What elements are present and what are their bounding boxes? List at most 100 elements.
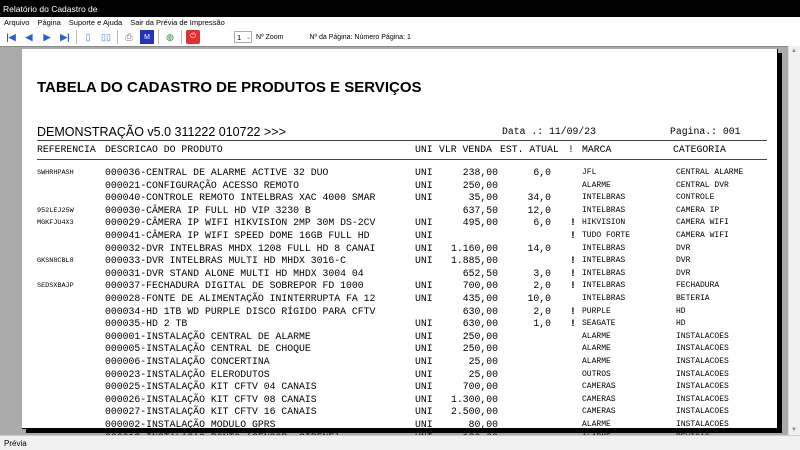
cell-cat: DVR — [676, 243, 691, 253]
menu-arquivo[interactable]: Arquivo — [0, 17, 33, 28]
table-row: 000023-INSTALAÇÃO ELERODUTOS UNI 25,00 OUTR… — [22, 369, 778, 382]
cell-desc: 000005-INSTALAÇÃO CENTRAL DE CHOQUE — [105, 343, 311, 355]
menu-pagina[interactable]: Página — [33, 17, 64, 28]
cell-vlr: 25,00 — [468, 356, 498, 367]
next-page-icon[interactable]: ▶ — [40, 30, 54, 44]
cell-marca: ALARME — [582, 420, 611, 429]
table-row: 000031-DVR STAND ALONE MULTI HD MHDX 300… — [22, 268, 778, 281]
zoom-value: 1 — [237, 32, 242, 42]
header-cat: CATEGORIA — [673, 144, 726, 155]
cell-desc: 000029-CÂMERA IP WIFI HIKVISION 2MP 30M … — [105, 217, 376, 229]
cell-est: 14,0 — [527, 242, 551, 254]
first-page-icon[interactable]: |◀ — [4, 30, 18, 44]
cell-vlr: 250,00 — [462, 179, 498, 191]
cell-marca: PURPLE — [582, 306, 611, 316]
two-pages-icon[interactable]: ▯▯ — [99, 30, 113, 44]
separator — [117, 30, 118, 44]
last-page-icon[interactable]: ▶| — [58, 30, 72, 44]
cell-uni: UNI — [415, 280, 433, 292]
cell-cat: CENTRAL DVR — [676, 180, 729, 190]
cell-cat: CENTRAL ALARME — [676, 168, 744, 177]
table-row: 000006-INSTALAÇÃO CONCERTINA UNI 25,00 ALAR… — [22, 356, 778, 369]
scroll-up-icon[interactable]: ▲ — [791, 48, 797, 54]
cell-desc: 000025-INSTALAÇÃO KIT CFTV 04 CANAIS — [105, 381, 317, 393]
cell-uni: UNI — [415, 381, 433, 393]
cell-desc: 000027-INSTALAÇÃO KIT CFTV 16 CANAIS — [105, 406, 317, 418]
cell-marca: ALARME — [582, 357, 611, 366]
cell-bang: ! — [570, 267, 576, 279]
cell-vlr: 630,00 — [462, 318, 498, 330]
cell-uni: UNI — [415, 318, 433, 330]
cell-uni: UNI — [415, 230, 433, 241]
cell-cat: DVR — [676, 256, 691, 266]
separator — [181, 30, 182, 44]
table-row: 000001-INSTALAÇÃO CENTRAL DE ALARME UNI 25… — [22, 331, 778, 344]
print-icon[interactable]: ⎙ — [122, 30, 136, 44]
header-est: EST. ATUAL — [500, 144, 559, 155]
email-globe-icon[interactable]: ◍ — [163, 30, 177, 44]
table-row: 000034-HD 1TB WD PURPLE DISCO RÍGIDO PAR… — [22, 306, 778, 319]
zoom-select[interactable]: 1 ⌄ — [234, 31, 252, 43]
cell-cat: HD — [676, 319, 686, 329]
previous-page-icon[interactable]: ◀ — [22, 30, 36, 44]
chevron-down-icon: ⌄ — [245, 34, 251, 41]
cell-vlr: 250,00 — [462, 343, 498, 355]
cell-cat: CAMERA WIFI — [676, 231, 729, 240]
cell-vlr: 238,00 — [462, 167, 498, 178]
cell-est: 2,0 — [533, 305, 551, 317]
report-page-number: Pagina.: 001 — [670, 126, 741, 137]
cell-uni: UNI — [415, 356, 433, 367]
cell-uni: UNI — [415, 406, 433, 418]
cell-vlr: 652,50 — [462, 267, 498, 279]
cell-cat: CONTROLE — [676, 193, 715, 203]
cell-marca: SEAGATE — [582, 319, 616, 329]
menu-bar: Arquivo Página Suporte e Ajuda Sair da P… — [0, 17, 800, 28]
export-icon[interactable]: M — [140, 30, 154, 44]
cell-cat: INSTALACOES — [676, 369, 729, 379]
table-row: 000032-DVR INTELBRAS MHDX 1208 FULL HD 8… — [22, 243, 778, 256]
cell-uni: UNI — [415, 242, 433, 254]
cell-uni: UNI — [415, 368, 433, 380]
cell-marca: ALARME — [582, 180, 611, 190]
table-row: 000028-FONTE DE ALIMENTAÇÃO ININTERRUPTA… — [22, 293, 778, 306]
report-subtitle: DEMONSTRAÇÃO v5.0 311222 010722 >>> — [37, 125, 286, 139]
table-row: 000040-CONTROLE REMOTO INTELBRAS XAC 400… — [22, 192, 778, 205]
cell-cat: INSTALACOES — [676, 344, 729, 354]
cell-est: 2,0 — [533, 280, 551, 292]
cell-vlr: 1.160,00 — [450, 242, 498, 254]
cell-desc: 000033-DVR INTELBRAS MULTI HD MHDX 3016-… — [105, 255, 347, 267]
menu-suporte[interactable]: Suporte e Ajuda — [65, 17, 126, 28]
header-bang: ! — [568, 144, 574, 155]
table-row: SEDSXBAJP 000037-FECHADURA DIGITAL DE SOB… — [22, 280, 778, 293]
cell-cat: INSTALACOES — [676, 331, 729, 341]
cell-uni: UNI — [415, 330, 433, 342]
separator — [76, 30, 77, 44]
vertical-scrollbar[interactable]: ▲ ▼ — [788, 46, 800, 435]
cell-cat: FECHADURA — [676, 281, 720, 291]
cell-vlr: 637,50 — [462, 204, 498, 216]
table-row: SWHRHPASH 000036-CENTRAL DE ALARME ACTIVE… — [22, 167, 778, 180]
cell-vlr: 25,00 — [468, 368, 498, 380]
close-icon[interactable]: ⏻ — [186, 30, 200, 44]
table-header: REFERENCIA DESCRICAO DO PRODUTO UNI VLR … — [22, 144, 778, 157]
cell-desc: 000023-INSTALAÇÃO ELERODUTOS — [105, 368, 270, 380]
cell-ref: SWHRHPASH — [37, 169, 74, 177]
single-page-icon[interactable]: ▯ — [81, 30, 95, 44]
scroll-down-icon[interactable]: ▼ — [791, 427, 797, 433]
cell-desc: 000041-CÂMERA IP WIFI SPEED DOME 16GB FU… — [105, 230, 370, 241]
table-row: 000005-INSTALAÇÃO CENTRAL DE CHOQUE UNI 25… — [22, 343, 778, 356]
cell-marca: INTELBRAS — [582, 193, 626, 203]
cell-desc: 000034-HD 1TB WD PURPLE DISCO RÍGIDO PAR… — [105, 305, 376, 317]
table-row: 000035-HD 2 TB UNI 630,00 1,0! SEAGATE HD — [22, 318, 778, 331]
cell-vlr: 700,00 — [462, 280, 498, 292]
cell-ref: 952LEJ25W — [37, 206, 74, 215]
menu-sair-previa[interactable]: Sair da Prévia de Impressão — [126, 17, 229, 28]
cell-marca: OUTROS — [582, 369, 611, 379]
cell-cat: INSTALACOES — [676, 407, 729, 417]
cell-desc: 000032-DVR INTELBRAS MHDX 1208 FULL HD 8… — [105, 242, 376, 254]
cell-desc: 000035-HD 2 TB — [105, 318, 188, 330]
cell-bang: ! — [570, 230, 576, 241]
header-desc: DESCRICAO DO PRODUTO — [105, 144, 223, 155]
cell-ref: MGKFJU4X3 — [37, 219, 74, 228]
header-ref: REFERENCIA — [37, 144, 96, 155]
